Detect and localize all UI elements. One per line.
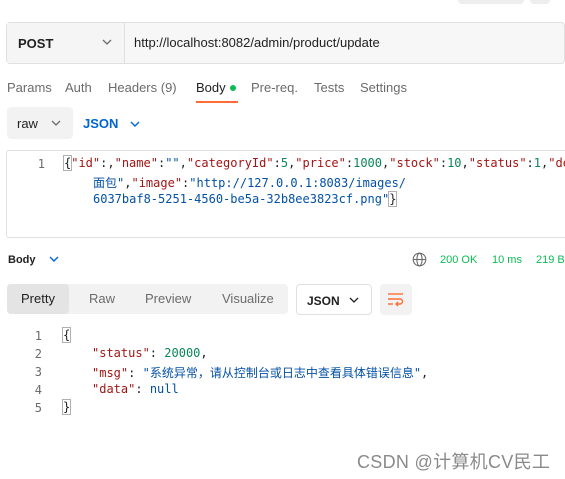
request-body-line-1-wrap-1: 面包","image":"http://127.0.0.1:8083/image… (93, 176, 407, 190)
chevron-down-icon (102, 39, 112, 45)
response-format-select[interactable]: JSON (296, 284, 372, 315)
tab-settings[interactable]: Settings (360, 80, 407, 95)
method-label: POST (18, 35, 54, 51)
body-type-select[interactable]: raw (7, 107, 73, 139)
line-number: 1 (34, 329, 42, 343)
request-body-line-1-wrap-2: 6037baf8-5251-4560-be5a-32b8ee3823cf.png… (93, 191, 398, 207)
response-line-3: "msg": "系统异常，请从控制台或日志中查看具体错误信息", (92, 366, 429, 380)
view-tab-raw[interactable]: Raw (89, 284, 115, 314)
globe-icon[interactable] (412, 252, 427, 267)
tab-body[interactable]: Body (196, 80, 236, 95)
response-body-viewer[interactable]: 1 2 3 4 5 { "status": 20000, "msg": "系统异… (0, 322, 565, 422)
line-number: 3 (34, 365, 42, 379)
url-input[interactable]: http://localhost:8082/admin/product/upda… (134, 35, 380, 50)
response-status[interactable]: 200 OK (440, 254, 477, 266)
line-number: 4 (34, 383, 42, 397)
request-body-editor[interactable]: 1 {"id":,"name":"","categoryId":5,"price… (6, 150, 565, 238)
body-type-label: raw (17, 116, 38, 131)
response-line-1: { (61, 327, 72, 343)
response-line-5: } (61, 399, 72, 415)
line-number: 5 (34, 401, 42, 415)
wrap-lines-icon (388, 293, 404, 307)
chevron-down-icon (349, 297, 359, 303)
chevron-down-icon[interactable] (130, 121, 140, 128)
response-line-4: "data": null (92, 382, 179, 396)
method-select[interactable]: POST (7, 23, 125, 63)
view-tab-pretty[interactable]: Pretty (7, 284, 69, 314)
response-format-label: JSON (307, 294, 340, 308)
tab-auth[interactable]: Auth (65, 80, 92, 95)
wrap-lines-button[interactable] (380, 284, 412, 315)
watermark-text: CSDN @计算机CV民工 (357, 452, 551, 472)
active-tab-underline (196, 101, 238, 103)
line-number: 1 (37, 157, 45, 171)
chevron-down-icon (51, 120, 61, 126)
line-number: 2 (34, 347, 42, 361)
response-size[interactable]: 219 B (536, 254, 565, 266)
body-indicator-dot (229, 84, 236, 91)
body-language-select[interactable]: JSON (83, 116, 118, 131)
view-tab-preview[interactable]: Preview (145, 284, 191, 314)
tab-headers[interactable]: Headers (9) (108, 80, 177, 95)
response-time[interactable]: 10 ms (492, 254, 522, 266)
tab-body-label: Body (196, 80, 226, 95)
response-line-2: "status": 20000, (92, 346, 208, 360)
request-bar: POST http://localhost:8082/admin/product… (6, 22, 565, 64)
request-body-line-1: {"id":,"name":"","categoryId":5,"price":… (62, 155, 565, 171)
tab-params[interactable]: Params (7, 80, 52, 95)
top-action-button-2[interactable] (530, 0, 550, 4)
tab-tests[interactable]: Tests (314, 80, 344, 95)
tab-pre-request[interactable]: Pre-req. (251, 80, 298, 95)
top-action-button[interactable] (458, 0, 524, 4)
view-tab-visualize[interactable]: Visualize (222, 284, 274, 314)
chevron-down-icon[interactable] (49, 256, 59, 263)
response-body-label[interactable]: Body (8, 254, 36, 266)
